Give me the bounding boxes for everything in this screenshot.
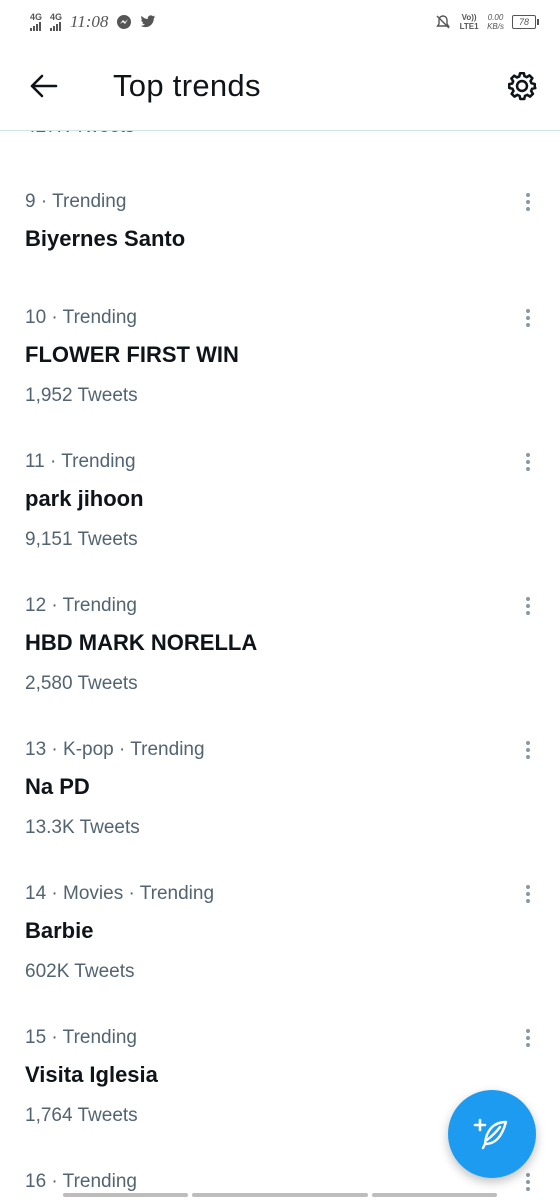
status-bar: 4G 4G 11:08 Vo)) LTE1 0.00 KB/s 78 [0, 0, 560, 44]
trend-item[interactable]: 9 · Trending Biyernes Santo [0, 191, 560, 321]
trend-count: 9,151 Tweets [25, 529, 138, 550]
more-options-icon[interactable] [520, 1171, 536, 1195]
trend-name: park jihoon [25, 486, 144, 511]
sim2-label: 4G [50, 12, 63, 22]
page-title: Top trends [113, 68, 261, 103]
trend-count: 1,952 Tweets [25, 385, 138, 406]
trend-meta: 11 · Trending [25, 451, 136, 472]
trend-name: Na PD [25, 774, 90, 799]
back-button[interactable] [26, 68, 62, 104]
trend-item[interactable]: 12 · Trending HBD MARK NORELLA 2,580 Twe… [0, 595, 560, 725]
more-options-icon[interactable] [520, 305, 536, 331]
more-options-icon[interactable] [520, 737, 536, 763]
twitter-bird-icon [141, 15, 156, 28]
trend-meta: 13 · K-pop · Trending [25, 739, 205, 760]
trend-item[interactable]: 11 · Trending park jihoon 9,151 Tweets [0, 451, 560, 581]
trend-name: HBD MARK NORELLA [25, 630, 258, 655]
trend-item[interactable]: 14 · Movies · Trending Barbie 602K Tweet… [0, 883, 560, 1013]
trend-name: FLOWER FIRST WIN [25, 342, 239, 367]
top-app-bar: Top trends [0, 44, 560, 131]
settings-button[interactable] [504, 68, 540, 104]
arrow-left-icon [30, 74, 58, 98]
sim2-signal: 4G [50, 13, 62, 31]
signal-bars-icon [30, 22, 41, 31]
trend-name: Barbie [25, 918, 94, 943]
gear-icon [507, 71, 537, 101]
more-options-icon[interactable] [520, 593, 536, 619]
trend-count: 1,764 Tweets [25, 1105, 138, 1126]
sim1-label: 4G [30, 12, 43, 22]
trend-meta: 12 · Trending [25, 595, 137, 616]
trend-item[interactable]: 13 · K-pop · Trending Na PD 13.3K Tweets [0, 739, 560, 869]
trend-meta: 16 · Trending [25, 1171, 137, 1192]
trend-name: Biyernes Santo [25, 226, 186, 251]
nav-handle-right [372, 1193, 497, 1197]
trend-meta: 9 · Trending [25, 191, 127, 212]
compose-tweet-icon [473, 1118, 508, 1150]
trend-count: 2,580 Tweets [25, 673, 138, 694]
volte-label: Vo)) LTE1 [459, 13, 479, 31]
trend-name: Visita Iglesia [25, 1062, 158, 1087]
net-speed: 0.00 KB/s [487, 13, 504, 31]
mute-bell-icon [436, 15, 450, 29]
nav-handle-center [192, 1193, 368, 1197]
compose-tweet-button[interactable] [448, 1090, 536, 1178]
more-options-icon[interactable] [520, 189, 536, 215]
trend-count: 13.3K Tweets [25, 817, 140, 838]
more-options-icon[interactable] [520, 881, 536, 907]
trend-meta: 14 · Movies · Trending [25, 883, 215, 904]
messenger-icon [117, 15, 132, 29]
status-left: 4G 4G 11:08 [30, 12, 156, 32]
sim1-signal: 4G [30, 13, 42, 31]
net-speed-value: 0.00 [487, 13, 504, 22]
trend-meta: 10 · Trending [25, 307, 137, 328]
nav-handle-left [63, 1193, 188, 1197]
net-speed-unit: KB/s [487, 22, 504, 31]
signal-bars-icon [50, 22, 62, 31]
trend-meta: 15 · Trending [25, 1027, 137, 1048]
more-options-icon[interactable] [520, 449, 536, 475]
trend-count: 602K Tweets [25, 961, 135, 982]
battery-level: 78 [518, 17, 529, 27]
clock: 11:08 [70, 12, 109, 31]
status-right: Vo)) LTE1 0.00 KB/s 78 [435, 13, 539, 31]
more-options-icon[interactable] [520, 1025, 536, 1051]
trend-item[interactable]: 10 · Trending FLOWER FIRST WIN 1,952 Twe… [0, 307, 560, 437]
battery-icon: 78 [512, 15, 539, 29]
